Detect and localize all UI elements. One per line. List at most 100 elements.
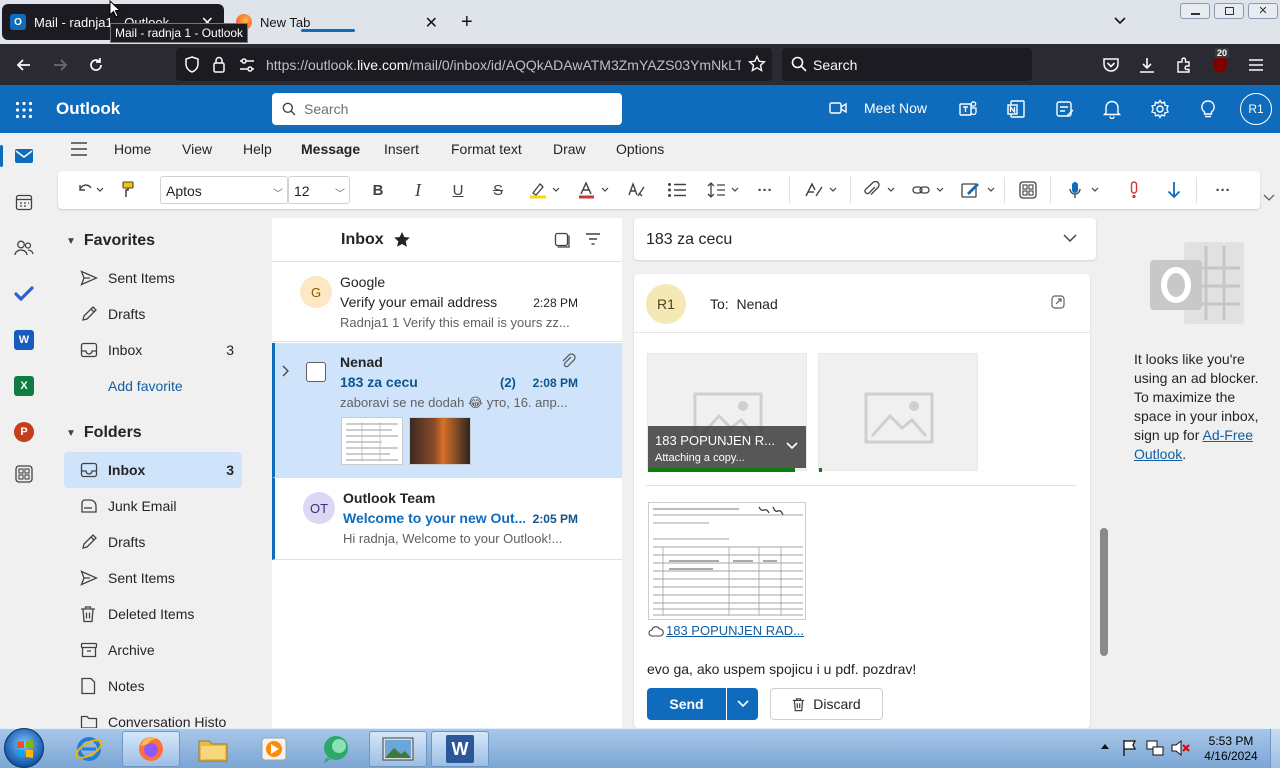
system-clock[interactable]: 5:53 PM 4/16/2024 bbox=[1196, 734, 1266, 764]
send-button[interactable]: Send bbox=[647, 688, 726, 720]
show-hidden-icons-icon[interactable] bbox=[1100, 742, 1110, 750]
folder-drafts[interactable]: Drafts bbox=[64, 524, 242, 560]
people-icon[interactable] bbox=[12, 236, 36, 260]
bullets-icon[interactable] bbox=[666, 179, 688, 201]
reload-icon[interactable] bbox=[83, 52, 109, 78]
close-tab-icon[interactable]: ✕ bbox=[425, 13, 438, 33]
chevron-down-icon[interactable] bbox=[786, 441, 798, 451]
meet-now-button[interactable]: Meet Now bbox=[864, 100, 927, 116]
account-avatar[interactable]: R1 bbox=[1240, 93, 1272, 125]
extensions-icon[interactable] bbox=[1171, 52, 1197, 78]
favorite-drafts[interactable]: Drafts bbox=[64, 296, 242, 332]
message-body[interactable]: evo ga, ako uspem spojicu i u pdf. pozdr… bbox=[647, 661, 916, 677]
tab-options[interactable]: Options bbox=[616, 141, 664, 157]
teams-icon[interactable] bbox=[958, 99, 978, 119]
filter-icon[interactable] bbox=[585, 233, 601, 245]
styles-icon[interactable] bbox=[802, 179, 840, 201]
attachment-thumbnail-photo[interactable] bbox=[409, 417, 471, 465]
back-arrow-icon[interactable] bbox=[11, 52, 37, 78]
photo-viewer-icon[interactable] bbox=[369, 731, 427, 767]
powerpoint-icon[interactable]: P bbox=[12, 420, 36, 444]
hamburger-menu-icon[interactable] bbox=[1243, 52, 1269, 78]
action-center-flag-icon[interactable] bbox=[1122, 739, 1138, 757]
lock-icon[interactable] bbox=[212, 56, 226, 73]
url-bar[interactable]: https://outlook.live.com/mail/0/inbox/id… bbox=[176, 48, 772, 81]
firefox-icon[interactable] bbox=[122, 731, 180, 767]
strikethrough-icon[interactable]: S bbox=[488, 179, 508, 201]
tab-draw[interactable]: Draw bbox=[553, 141, 586, 157]
browser-tab-new[interactable]: New Tab ✕ bbox=[228, 4, 448, 40]
tab-format-text[interactable]: Format text bbox=[451, 141, 522, 157]
message-row[interactable]: G Google Verify your email address 2:28 … bbox=[272, 262, 622, 342]
forward-arrow-icon[interactable] bbox=[47, 52, 73, 78]
more-apps-icon[interactable] bbox=[12, 462, 36, 486]
pop-out-icon[interactable] bbox=[1050, 294, 1066, 310]
app-title[interactable]: Outlook bbox=[56, 99, 120, 119]
font-name-select[interactable]: Aptos ﹀ bbox=[160, 176, 288, 204]
bookmark-star-icon[interactable] bbox=[748, 55, 766, 73]
my-day-icon[interactable] bbox=[1055, 99, 1075, 119]
settings-gear-icon[interactable] bbox=[1150, 99, 1170, 119]
tab-message[interactable]: Message bbox=[301, 141, 360, 157]
recipient-name[interactable]: Nenad bbox=[736, 296, 777, 312]
attachment-card-uploading[interactable] bbox=[818, 353, 978, 472]
attach-file-icon[interactable] bbox=[862, 179, 898, 201]
folder-junk-email[interactable]: Junk Email bbox=[64, 488, 242, 524]
word-taskbar-icon[interactable]: W bbox=[431, 731, 489, 767]
word-icon[interactable]: W bbox=[12, 328, 36, 352]
message-row-selected[interactable]: Nenad 183 za cecu (2) 2:08 PM zaboravi s… bbox=[272, 343, 622, 478]
url-text[interactable]: https://outlook.live.com/mail/0/inbox/id… bbox=[266, 57, 741, 73]
undo-icon[interactable] bbox=[72, 179, 108, 201]
collapse-pane-icon[interactable] bbox=[70, 142, 88, 156]
chevron-down-icon[interactable] bbox=[1062, 232, 1078, 244]
reading-pane-scrollbar[interactable] bbox=[1100, 528, 1108, 656]
underline-icon[interactable]: U bbox=[448, 179, 468, 201]
expand-ribbon-icon[interactable] bbox=[1263, 192, 1275, 202]
document-link-text[interactable]: 183 POPUNJEN RAD... bbox=[666, 623, 804, 638]
shield-icon[interactable] bbox=[184, 56, 200, 73]
line-spacing-icon[interactable] bbox=[706, 179, 742, 201]
start-button[interactable] bbox=[4, 728, 44, 768]
todo-icon[interactable] bbox=[12, 282, 36, 306]
dictate-microphone-icon[interactable] bbox=[1066, 179, 1102, 201]
attachment-thumbnail-document[interactable] bbox=[341, 417, 403, 465]
folder-deleted-items[interactable]: Deleted Items bbox=[64, 596, 242, 632]
volume-muted-icon[interactable] bbox=[1170, 739, 1190, 757]
folder-archive[interactable]: Archive bbox=[64, 632, 242, 668]
more-options-icon[interactable]: ··· bbox=[1213, 179, 1233, 201]
signature-icon[interactable] bbox=[960, 179, 998, 201]
onenote-icon[interactable] bbox=[1006, 99, 1026, 119]
list-tabs-icon[interactable] bbox=[1112, 12, 1128, 28]
outlook-search-input[interactable]: Search bbox=[272, 93, 622, 125]
favorites-section-header[interactable]: ▼ Favorites bbox=[66, 232, 155, 250]
video-camera-icon[interactable] bbox=[829, 101, 847, 115]
link-icon[interactable] bbox=[911, 179, 947, 201]
to-field[interactable]: To: Nenad bbox=[710, 296, 778, 312]
tab-insert[interactable]: Insert bbox=[384, 141, 419, 157]
minimize-window-button[interactable] bbox=[1180, 3, 1210, 19]
high-importance-icon[interactable] bbox=[1124, 179, 1144, 201]
chat-app-icon[interactable] bbox=[307, 731, 365, 767]
new-tab-icon[interactable]: + bbox=[461, 11, 473, 34]
close-window-button[interactable]: ✕ bbox=[1248, 3, 1278, 19]
restore-window-button[interactable] bbox=[1214, 3, 1244, 19]
lightbulb-icon[interactable] bbox=[1199, 99, 1217, 119]
mail-icon[interactable] bbox=[12, 144, 36, 168]
folder-notes[interactable]: Notes bbox=[64, 668, 242, 704]
apps-icon[interactable] bbox=[1018, 179, 1038, 201]
more-formatting-icon[interactable]: ··· bbox=[755, 179, 775, 201]
send-options-dropdown[interactable] bbox=[727, 688, 758, 720]
folder-inbox[interactable]: Inbox 3 bbox=[64, 452, 242, 488]
permissions-icon[interactable] bbox=[238, 57, 256, 73]
excel-icon[interactable]: X bbox=[12, 374, 36, 398]
select-checkbox-icon[interactable] bbox=[554, 232, 570, 248]
favorite-sent-items[interactable]: Sent Items bbox=[64, 260, 242, 296]
bold-icon[interactable]: B bbox=[368, 179, 388, 201]
media-player-icon[interactable] bbox=[245, 731, 303, 767]
folder-conversation-history[interactable]: Conversation Histo bbox=[64, 704, 242, 728]
favorite-star-icon[interactable] bbox=[393, 231, 411, 249]
show-desktop-button[interactable] bbox=[1270, 729, 1280, 768]
tab-home[interactable]: Home bbox=[114, 141, 151, 157]
low-importance-icon[interactable] bbox=[1164, 179, 1184, 201]
clear-formatting-icon[interactable] bbox=[626, 179, 648, 201]
